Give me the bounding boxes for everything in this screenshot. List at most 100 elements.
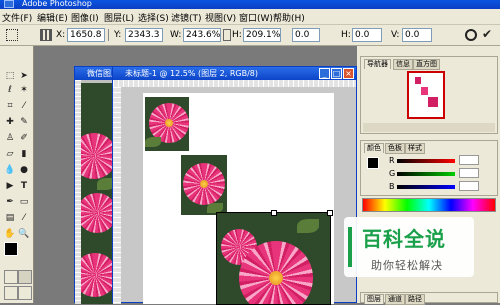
tab-paths[interactable]: 路径 (405, 294, 425, 305)
magic-wand-tool-icon[interactable]: ✶ (18, 84, 30, 96)
reference-point-icon[interactable] (40, 29, 52, 41)
navigator-panel: 导航器 信息 直方图 (360, 56, 498, 134)
channel-g-field[interactable] (459, 168, 479, 178)
channel-r-field[interactable] (459, 155, 479, 165)
y-field[interactable]: 2343.3 (125, 28, 163, 42)
brush-tool-icon[interactable]: ✎ (18, 116, 30, 128)
commit-transform-icon[interactable]: ✔ (482, 28, 494, 41)
app-title-bar: Adobe Photoshop (0, 0, 500, 9)
toolbox: ⬚ ➤ ℓ ✶ ⌗ ⁄ ✚ ✎ ♙ ✐ ▱ ▮ 💧 ● ▶ T ✒ ▭ ▤ ⁄ … (0, 46, 34, 303)
document-front-title: 未标题-1 @ 12.5% (图层 2, RGB/8) (125, 69, 259, 78)
lasso-tool-icon[interactable]: ℓ (4, 84, 16, 96)
v-skew-field[interactable]: 0.0 (402, 28, 432, 42)
tab-color[interactable]: 颜色 (364, 143, 384, 153)
photo-layer-3[interactable] (216, 212, 331, 305)
slice-tool-icon[interactable]: ⁄ (18, 100, 30, 112)
angle-field[interactable]: 0.0 (292, 28, 320, 42)
channel-b-label: B (389, 182, 395, 191)
menu-layer[interactable]: 图层(L) (104, 11, 134, 24)
y-label: Y: (114, 30, 122, 40)
marquee-tool-icon[interactable]: ⬚ (4, 70, 16, 82)
w-label: W: (170, 30, 182, 40)
screen-mode-icon[interactable] (4, 286, 18, 300)
minimize-icon[interactable]: _ (319, 68, 330, 79)
path-selection-tool-icon[interactable]: ▶ (4, 180, 16, 192)
channel-b-slider[interactable] (397, 185, 455, 189)
watermark-logo: 百科全说 (362, 227, 446, 251)
blur-tool-icon[interactable]: 💧 (4, 164, 16, 176)
menu-select[interactable]: 选择(S) (138, 11, 169, 24)
hand-tool-icon[interactable]: ✋ (4, 228, 16, 240)
zoom-tool-icon[interactable]: 🔍 (18, 228, 30, 240)
color-fg-swatch[interactable] (367, 157, 379, 169)
history-brush-tool-icon[interactable]: ✐ (18, 132, 30, 144)
color-spectrum-ramp[interactable] (362, 198, 496, 212)
h-label: H: (232, 30, 242, 40)
maximize-icon[interactable]: □ (331, 68, 342, 79)
close-icon[interactable]: × (343, 68, 354, 79)
navigator-zoom-bar[interactable] (363, 123, 495, 132)
watermark-bar (348, 227, 352, 267)
tab-swatches[interactable]: 色板 (385, 143, 405, 154)
menu-file[interactable]: 文件(F) (2, 11, 32, 24)
transform-tool-icon[interactable] (6, 29, 18, 41)
tab-info[interactable]: 信息 (393, 59, 413, 70)
tab-histogram[interactable]: 直方图 (413, 59, 440, 70)
menu-view[interactable]: 视图(V) (205, 11, 236, 24)
link-icon[interactable] (223, 29, 231, 41)
notes-tool-icon[interactable]: ▤ (4, 212, 16, 224)
menu-edit[interactable]: 编辑(E) (37, 11, 68, 24)
navigator-preview[interactable] (407, 71, 445, 119)
type-tool-icon[interactable]: T (18, 180, 30, 192)
eraser-tool-icon[interactable]: ▱ (4, 148, 16, 160)
crop-tool-icon[interactable]: ⌗ (4, 100, 16, 112)
pen-tool-icon[interactable]: ✒ (4, 196, 16, 208)
transform-handle-top-right[interactable] (327, 210, 333, 216)
gradient-tool-icon[interactable]: ▮ (18, 148, 30, 160)
menu-window[interactable]: 窗口(W) (239, 11, 273, 24)
width-field[interactable]: 243.6% (183, 28, 221, 42)
horizontal-ruler (113, 80, 356, 87)
cancel-transform-icon[interactable] (465, 29, 477, 41)
skew-icon (326, 29, 340, 41)
photo-layer-2[interactable] (181, 155, 227, 215)
rotate-icon (284, 29, 290, 41)
h-skew-field[interactable]: 0.0 (352, 28, 382, 42)
menu-filter[interactable]: 滤镜(T) (171, 11, 202, 24)
tab-navigator[interactable]: 导航器 (364, 59, 391, 69)
app-title: Adobe Photoshop (22, 0, 92, 8)
transform-handle-top[interactable] (271, 210, 277, 216)
watermark: 百科全说 助你轻松解决 (344, 217, 474, 277)
photo-layer-1[interactable] (145, 97, 189, 151)
h-skew-label: H: (341, 30, 351, 40)
photoshop-app-icon (4, 0, 14, 8)
v-skew-label: V: (391, 30, 400, 40)
channel-g-slider[interactable] (397, 172, 455, 176)
menu-image[interactable]: 图像(I) (71, 11, 99, 24)
color-panel: 颜色 色板 样式 R G B (360, 140, 498, 196)
shape-tool-icon[interactable]: ▭ (18, 196, 30, 208)
watermark-subtitle: 助你轻松解决 (371, 259, 443, 272)
menu-bar: 文件(F) 编辑(E) 图像(I) 图层(L) 选择(S) 滤镜(T) 视图(V… (0, 9, 500, 25)
tab-styles[interactable]: 样式 (405, 143, 425, 154)
layers-panel: 图层 通道 路径 (360, 292, 498, 305)
foreground-color-swatch[interactable] (4, 242, 18, 256)
dodge-tool-icon[interactable]: ● (18, 164, 30, 176)
document-window-front[interactable]: 未标题-1 @ 12.5% (图层 2, RGB/8) _ □ × (112, 66, 357, 305)
quick-mask-mode-icon[interactable] (18, 270, 32, 284)
tab-channels[interactable]: 通道 (385, 294, 405, 305)
eyedropper-tool-icon[interactable]: ⁄ (18, 212, 30, 224)
vertical-ruler-front (113, 87, 121, 304)
stamp-tool-icon[interactable]: ♙ (4, 132, 16, 144)
x-field[interactable]: 1650.8 (67, 28, 105, 42)
full-screen-mode-icon[interactable] (18, 286, 32, 300)
channel-g-label: G (389, 169, 396, 178)
height-field[interactable]: 209.1% (243, 28, 281, 42)
healing-brush-tool-icon[interactable]: ✚ (4, 116, 16, 128)
channel-r-slider[interactable] (397, 159, 455, 163)
channel-r-label: R (389, 156, 395, 165)
menu-help[interactable]: 帮助(H) (273, 11, 305, 24)
standard-mode-icon[interactable] (4, 270, 18, 284)
channel-b-field[interactable] (459, 181, 479, 191)
move-tool-icon[interactable]: ➤ (18, 70, 30, 82)
